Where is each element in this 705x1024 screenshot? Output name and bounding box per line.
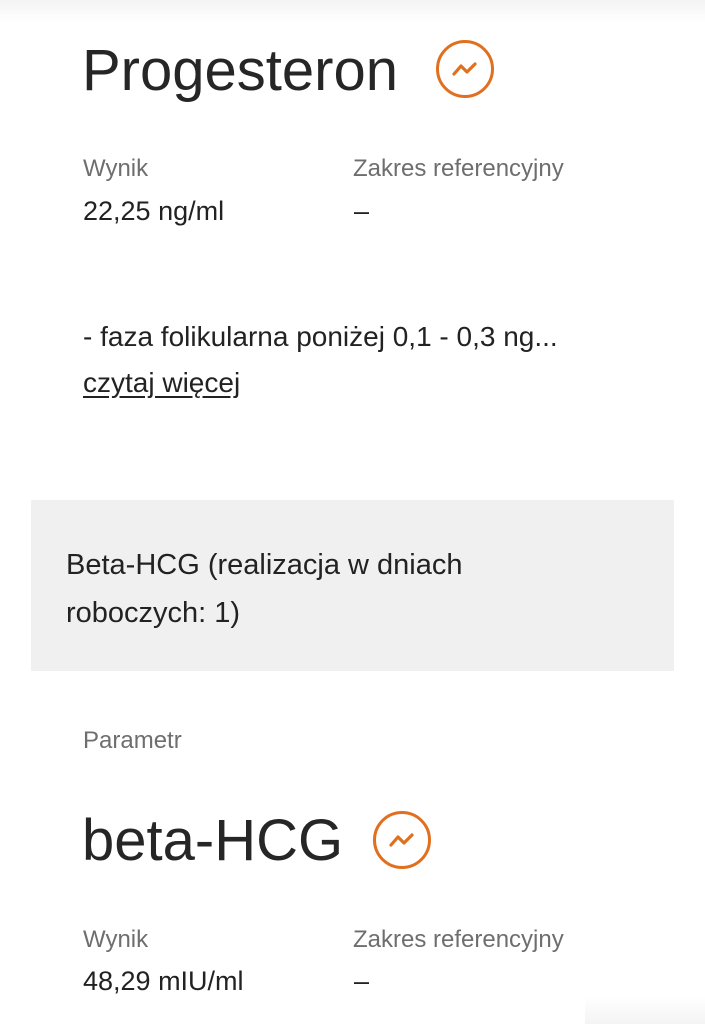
section-title: Beta-HCG (realizacja w dniach roboczych:… xyxy=(66,549,463,629)
trend-chart-icon xyxy=(452,62,477,76)
reference-range-value: – xyxy=(354,966,370,996)
result-value: 48,29 mIU/ml xyxy=(83,966,244,996)
bottom-corner-shadow xyxy=(585,996,705,1024)
trend-chart-icon xyxy=(389,833,414,847)
reference-range-label: Zakres referencyjny xyxy=(353,926,564,953)
trend-chart-button[interactable] xyxy=(373,811,431,869)
result-label: Wynik xyxy=(83,155,149,182)
parameter-caption: Parametr xyxy=(83,727,182,754)
reference-range-label: Zakres referencyjny xyxy=(353,155,564,182)
parameter-description: - faza folikularna poniżej 0,1 - 0,3 ng.… xyxy=(83,321,558,352)
test-section-header[interactable]: Beta-HCG (realizacja w dniach roboczych:… xyxy=(31,500,674,671)
top-bar xyxy=(0,0,705,22)
param-title-beta-hcg: beta-HCG xyxy=(82,808,344,873)
trend-chart-button[interactable] xyxy=(436,40,494,98)
param-title-progesteron: Progesteron xyxy=(82,38,398,103)
result-value: 22,25 ng/ml xyxy=(83,196,225,226)
reference-range-value: – xyxy=(354,196,370,226)
result-label: Wynik xyxy=(83,926,149,953)
read-more-link[interactable]: czytaj więcej xyxy=(83,367,240,399)
